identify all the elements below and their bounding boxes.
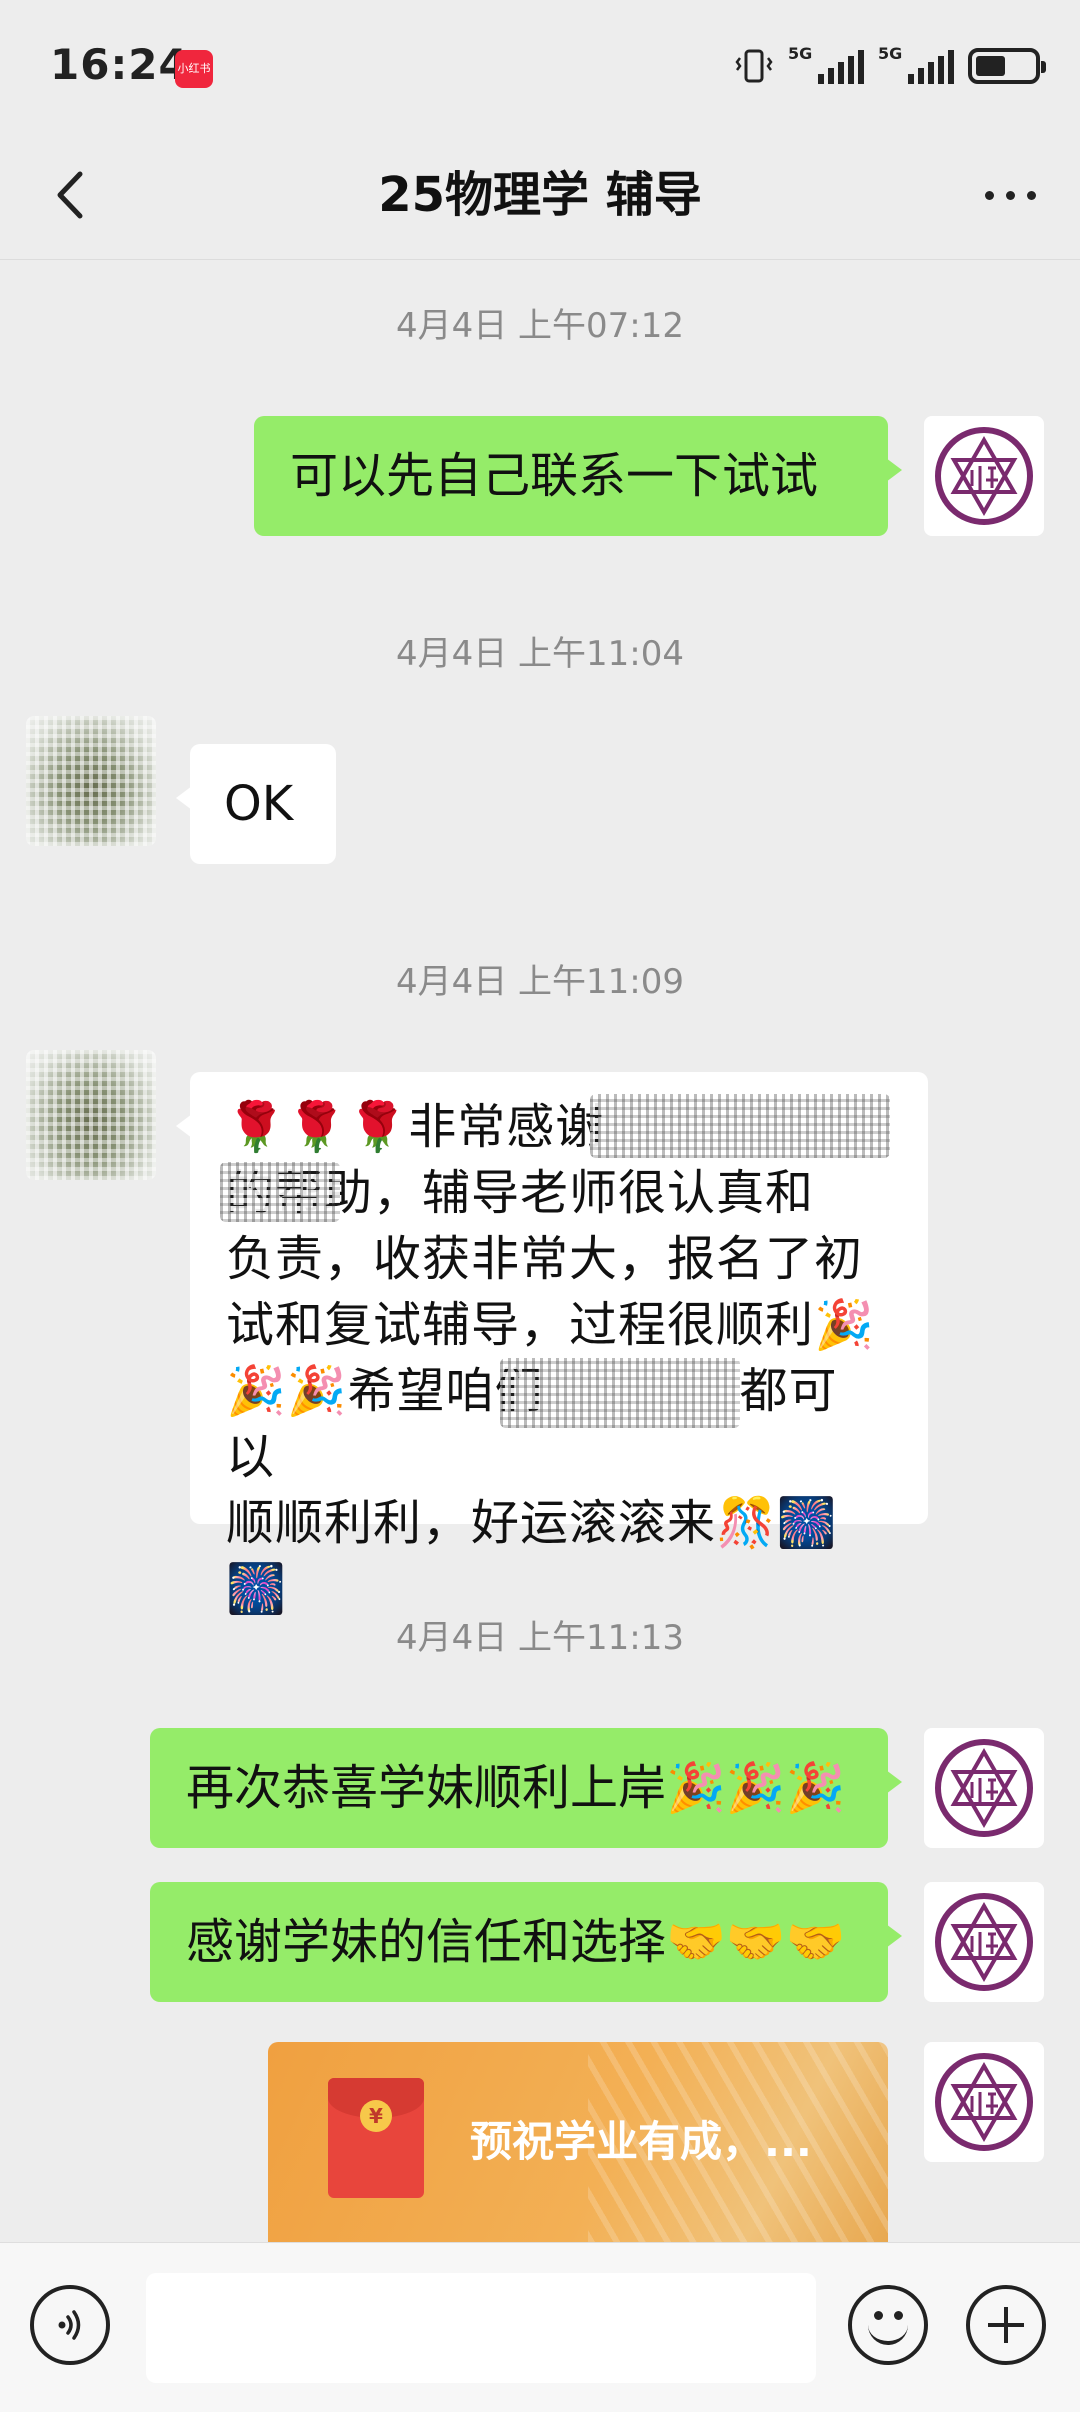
message-bubble-other[interactable]: 🌹🌹🌹非常感谢 的帮助，辅导老师很认真和 负责，收获非常大，报名了初 试和复试辅… bbox=[176, 1072, 928, 1617]
plus-button[interactable] bbox=[966, 2285, 1046, 2365]
message-text: 再次恭喜学妹顺利上岸🎉🎉🎉 bbox=[186, 1760, 846, 1816]
message-bubble-other[interactable]: OK bbox=[176, 744, 336, 864]
timestamp: 4月4日 上午07:12 bbox=[395, 306, 685, 346]
voice-button[interactable] bbox=[30, 2285, 110, 2365]
red-packet-message: 预祝学业有成，... bbox=[470, 2117, 812, 2166]
seal-logo-icon bbox=[935, 427, 1033, 525]
avatar-other[interactable] bbox=[26, 716, 156, 846]
timestamp: 4月4日 上午11:04 bbox=[395, 634, 685, 674]
seal-logo-icon bbox=[935, 1893, 1033, 1991]
message-text: 感谢学妹的信任和选择🤝🤝🤝 bbox=[186, 1914, 846, 1970]
avatar-me[interactable] bbox=[924, 2042, 1044, 2162]
chat-area[interactable]: 4月4日 上午07:12 可以先自己联系一下试试 4月4日 上午11:04 OK… bbox=[0, 260, 1080, 2242]
status-icons: 5G 5G bbox=[734, 44, 1046, 88]
avatar-me[interactable] bbox=[924, 416, 1044, 536]
message-bubble-me[interactable]: 再次恭喜学妹顺利上岸🎉🎉🎉 bbox=[150, 1728, 902, 1848]
avatar-me[interactable] bbox=[924, 1882, 1044, 2002]
chat-header: 25物理学 辅导 bbox=[0, 130, 1080, 260]
red-packet-icon: ¥ bbox=[328, 2078, 424, 2198]
voice-icon bbox=[58, 2310, 81, 2340]
message-bubble-me[interactable]: 可以先自己联系一下试试 bbox=[254, 416, 902, 536]
avatar-other[interactable] bbox=[26, 1050, 156, 1180]
xiaohongshu-badge-icon: 小红书 bbox=[175, 50, 213, 88]
more-button[interactable] bbox=[970, 160, 1050, 230]
seal-logo-icon bbox=[935, 1739, 1033, 1837]
emoji-icon-eye bbox=[894, 2311, 903, 2320]
timestamp: 4月4日 上午11:13 bbox=[395, 1618, 685, 1658]
signal-icon-2: 5G bbox=[878, 44, 954, 84]
signal-icon: 5G bbox=[788, 44, 864, 84]
status-time: 16:24 bbox=[50, 40, 189, 89]
message-text: 可以先自己联系一下试试 bbox=[290, 448, 819, 504]
redaction-mask bbox=[220, 1162, 340, 1222]
emoji-icon bbox=[874, 2311, 883, 2320]
message-bubble-me[interactable]: 感谢学妹的信任和选择🤝🤝🤝 bbox=[150, 1882, 902, 2002]
timestamp: 4月4日 上午11:09 bbox=[395, 962, 685, 1002]
redaction-mask bbox=[590, 1094, 890, 1158]
more-dots-icon bbox=[984, 190, 994, 200]
battery-icon bbox=[968, 48, 1046, 84]
red-packet-card[interactable]: ¥ 预祝学业有成，... bbox=[268, 2042, 888, 2242]
status-bar: 16:24 小红书 5G 5G bbox=[0, 0, 1080, 130]
redaction-mask bbox=[500, 1358, 740, 1428]
emoji-icon-mouth bbox=[868, 2323, 908, 2345]
chat-title: 25物理学 辅导 bbox=[378, 167, 702, 223]
vibrate-icon bbox=[735, 49, 773, 83]
message-text: OK bbox=[224, 776, 294, 832]
message-input[interactable] bbox=[146, 2273, 816, 2383]
seal-logo-icon bbox=[935, 2053, 1033, 2151]
input-bar bbox=[0, 2242, 1080, 2412]
coin-icon: ¥ bbox=[360, 2100, 392, 2132]
avatar-me[interactable] bbox=[924, 1728, 1044, 1848]
emoji-button[interactable] bbox=[848, 2285, 928, 2365]
